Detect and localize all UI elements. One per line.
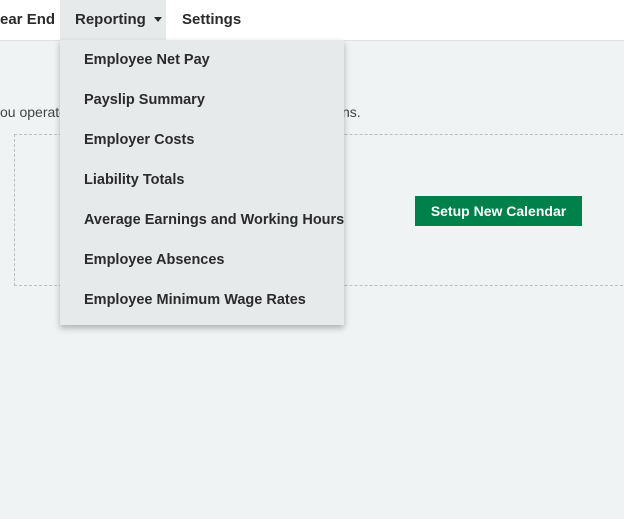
reporting-dropdown-menu: Employee Net Pay Payslip Summary Employe… xyxy=(60,40,344,325)
setup-new-calendar-button[interactable]: Setup New Calendar xyxy=(415,196,582,226)
nav-year-end[interactable]: ear End xyxy=(0,0,55,40)
nav-settings[interactable]: Settings xyxy=(182,0,241,40)
menu-item-average-earnings[interactable]: Average Earnings and Working Hours xyxy=(60,200,344,240)
description-text-left: ou operate xyxy=(0,104,67,120)
nav-reporting[interactable]: Reporting xyxy=(60,0,166,40)
menu-item-employee-absences[interactable]: Employee Absences xyxy=(60,240,344,280)
menu-item-payslip-summary[interactable]: Payslip Summary xyxy=(60,80,344,120)
nav-reporting-label: Reporting xyxy=(75,11,146,28)
menu-item-minimum-wage-rates[interactable]: Employee Minimum Wage Rates xyxy=(60,280,344,320)
description-text-right: ns. xyxy=(342,104,361,120)
caret-down-icon xyxy=(153,16,162,22)
menu-item-liability-totals[interactable]: Liability Totals xyxy=(60,160,344,200)
menu-item-employee-net-pay[interactable]: Employee Net Pay xyxy=(60,40,344,80)
top-navigation: ear End Reporting Settings xyxy=(0,0,624,41)
menu-item-employer-costs[interactable]: Employer Costs xyxy=(60,120,344,160)
